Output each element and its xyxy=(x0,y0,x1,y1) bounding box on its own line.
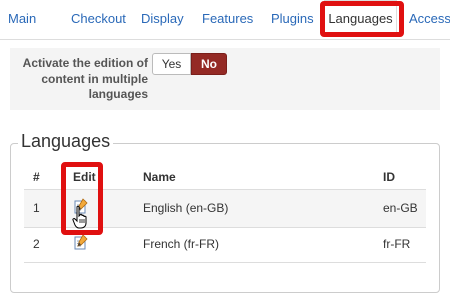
column-header-edit: Edit xyxy=(73,170,96,184)
tab-bar: Main Checkout Display Features Plugins L… xyxy=(0,0,450,40)
yes-button[interactable]: Yes xyxy=(152,53,191,75)
tab-display[interactable]: Display xyxy=(141,11,184,26)
column-header-number: # xyxy=(33,170,40,184)
tab-features[interactable]: Features xyxy=(202,11,253,26)
tab-main[interactable]: Main xyxy=(8,11,36,26)
multilanguage-option-row: Activate the edition of content in multi… xyxy=(10,48,440,110)
edit-icon[interactable] xyxy=(73,198,89,214)
language-id: en-GB xyxy=(383,201,418,215)
language-id: fr-FR xyxy=(383,237,411,251)
tab-plugins[interactable]: Plugins xyxy=(271,11,314,26)
column-header-name: Name xyxy=(143,170,176,184)
tab-languages[interactable]: Languages xyxy=(324,0,397,35)
row-number: 1 xyxy=(33,201,40,215)
languages-legend: Languages xyxy=(18,131,114,152)
language-name: English (en-GB) xyxy=(143,201,229,215)
tab-checkout[interactable]: Checkout xyxy=(71,11,126,26)
yes-no-toggle: Yes No xyxy=(152,53,227,75)
tab-access[interactable]: Access xyxy=(409,11,450,26)
row-divider xyxy=(24,262,426,263)
edit-icon[interactable] xyxy=(73,234,89,250)
row-number: 2 xyxy=(33,237,40,251)
column-header-id: ID xyxy=(383,170,395,184)
multilanguage-option-label: Activate the edition of content in multi… xyxy=(22,56,148,101)
no-button[interactable]: No xyxy=(191,53,227,75)
row-divider xyxy=(24,227,426,228)
language-name: French (fr-FR) xyxy=(143,237,219,251)
